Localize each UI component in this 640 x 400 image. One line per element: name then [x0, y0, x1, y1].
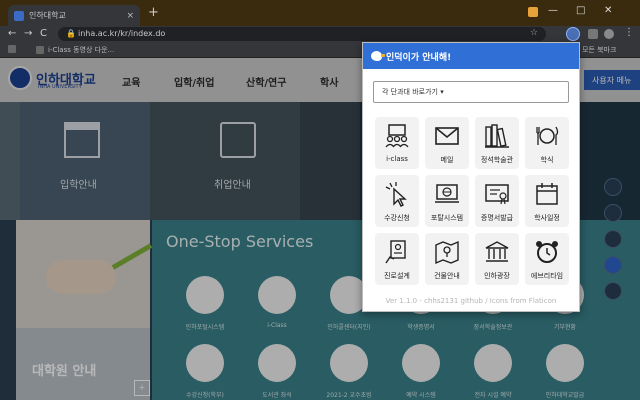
profile-avatar[interactable]	[604, 29, 614, 39]
bookmark-iclass[interactable]: i-Class 동영상 다운...	[36, 45, 114, 55]
shortcut-certificate[interactable]: 증명서발급	[475, 175, 519, 227]
shortcut-label: 메일	[440, 156, 454, 164]
browser-toolbar: ← → C 🔒 inha.ac.kr/kr/index.do ☆	[0, 26, 640, 42]
tab-title: 인하대학교	[29, 11, 66, 20]
maximize-button[interactable]: □	[576, 5, 585, 16]
lock-icon: 🔒	[66, 29, 76, 38]
address-bar[interactable]: 🔒 inha.ac.kr/kr/index.do ☆	[58, 27, 546, 41]
popup-title: 인덕이가 안내해!	[386, 52, 452, 63]
popup-footer: Ver 1.1.0 - chhs2131 github / Icons from…	[385, 297, 557, 305]
new-tab-button[interactable]: +	[148, 6, 159, 20]
shortcut-registration[interactable]: 수강신청	[375, 175, 419, 227]
shortcut-label: 학식	[540, 156, 554, 164]
shortcut-portal[interactable]: 포탈시스템	[425, 175, 469, 227]
forward-button[interactable]: →	[24, 28, 32, 40]
shortcut-iclass[interactable]: i-class	[375, 117, 419, 169]
books-icon	[485, 124, 509, 148]
bookmark-label: i-Class 동영상 다운...	[48, 46, 115, 54]
browser-menu-icon[interactable]: ⋮	[624, 27, 634, 38]
minimize-button[interactable]: —	[548, 5, 558, 16]
shortcut-label: 진로설계	[384, 272, 410, 280]
bookmark-other-label: 모든 북마크	[582, 46, 617, 54]
career-icon	[385, 240, 406, 264]
close-window-button[interactable]: ✕	[604, 5, 612, 16]
shortcut-label: 학사일정	[534, 214, 560, 222]
shortcut-label: 포탈시스템	[430, 214, 464, 222]
address-url[interactable]: inha.ac.kr/kr/index.do	[78, 29, 165, 38]
classroom-icon	[385, 124, 409, 148]
back-button[interactable]: ←	[8, 28, 16, 40]
tab-strip: 인하대학교 × + — □ ✕	[0, 0, 640, 26]
calendar-icon	[536, 183, 558, 205]
certificate-icon	[485, 184, 509, 205]
shortcut-building[interactable]: 건물안내	[425, 233, 469, 285]
duck-icon	[371, 51, 385, 61]
mail-icon	[435, 127, 459, 145]
browser-tab[interactable]: 인하대학교 ×	[8, 5, 140, 26]
bookmark-star-icon[interactable]: ☆	[530, 28, 538, 38]
favicon-icon	[14, 10, 24, 21]
bookmark-favicon-icon	[36, 46, 44, 54]
meal-icon	[536, 126, 559, 145]
shortcut-label: 정석학술관	[480, 156, 514, 164]
portal-icon	[435, 184, 459, 203]
shortcut-label: i-class	[386, 155, 408, 163]
map-icon	[435, 240, 459, 265]
alarm-clock-icon	[536, 241, 558, 263]
shortcut-label: 에브리타임	[530, 272, 564, 280]
reload-button[interactable]: C	[40, 28, 47, 40]
shortcut-library[interactable]: 정석학술관	[475, 117, 519, 169]
shortcut-label: 증명서발급	[480, 214, 514, 222]
shortcut-label: 건물안내	[434, 272, 460, 280]
shortcut-plaza[interactable]: 인하광장	[475, 233, 519, 285]
download-icon[interactable]	[528, 7, 538, 17]
plaza-icon	[485, 241, 509, 262]
tab-close-icon[interactable]: ×	[126, 11, 134, 21]
duck-extension-icon[interactable]	[566, 27, 580, 41]
department-select[interactable]: 각 단과대 바로가기 ▾	[373, 81, 569, 103]
apps-grid-icon	[8, 45, 16, 53]
popup-header: 인덕이가 안내해!	[363, 43, 579, 69]
cursor-click-icon	[385, 182, 407, 207]
shortcut-calendar[interactable]: 학사일정	[525, 175, 569, 227]
extension-popup: 인덕이가 안내해! 각 단과대 바로가기 ▾ i-class 메일 정석학술관 …	[362, 42, 580, 312]
shortcut-everytime[interactable]: 에브리타임	[525, 233, 569, 285]
shortcut-mail[interactable]: 메일	[425, 117, 469, 169]
shortcut-career[interactable]: 진로설계	[375, 233, 419, 285]
apps-bookmark[interactable]	[8, 45, 16, 53]
shortcut-meal[interactable]: 학식	[525, 117, 569, 169]
shortcut-label: 인하광장	[484, 272, 510, 280]
extension-icon[interactable]	[588, 29, 598, 39]
shortcut-label: 수강신청	[384, 214, 410, 222]
